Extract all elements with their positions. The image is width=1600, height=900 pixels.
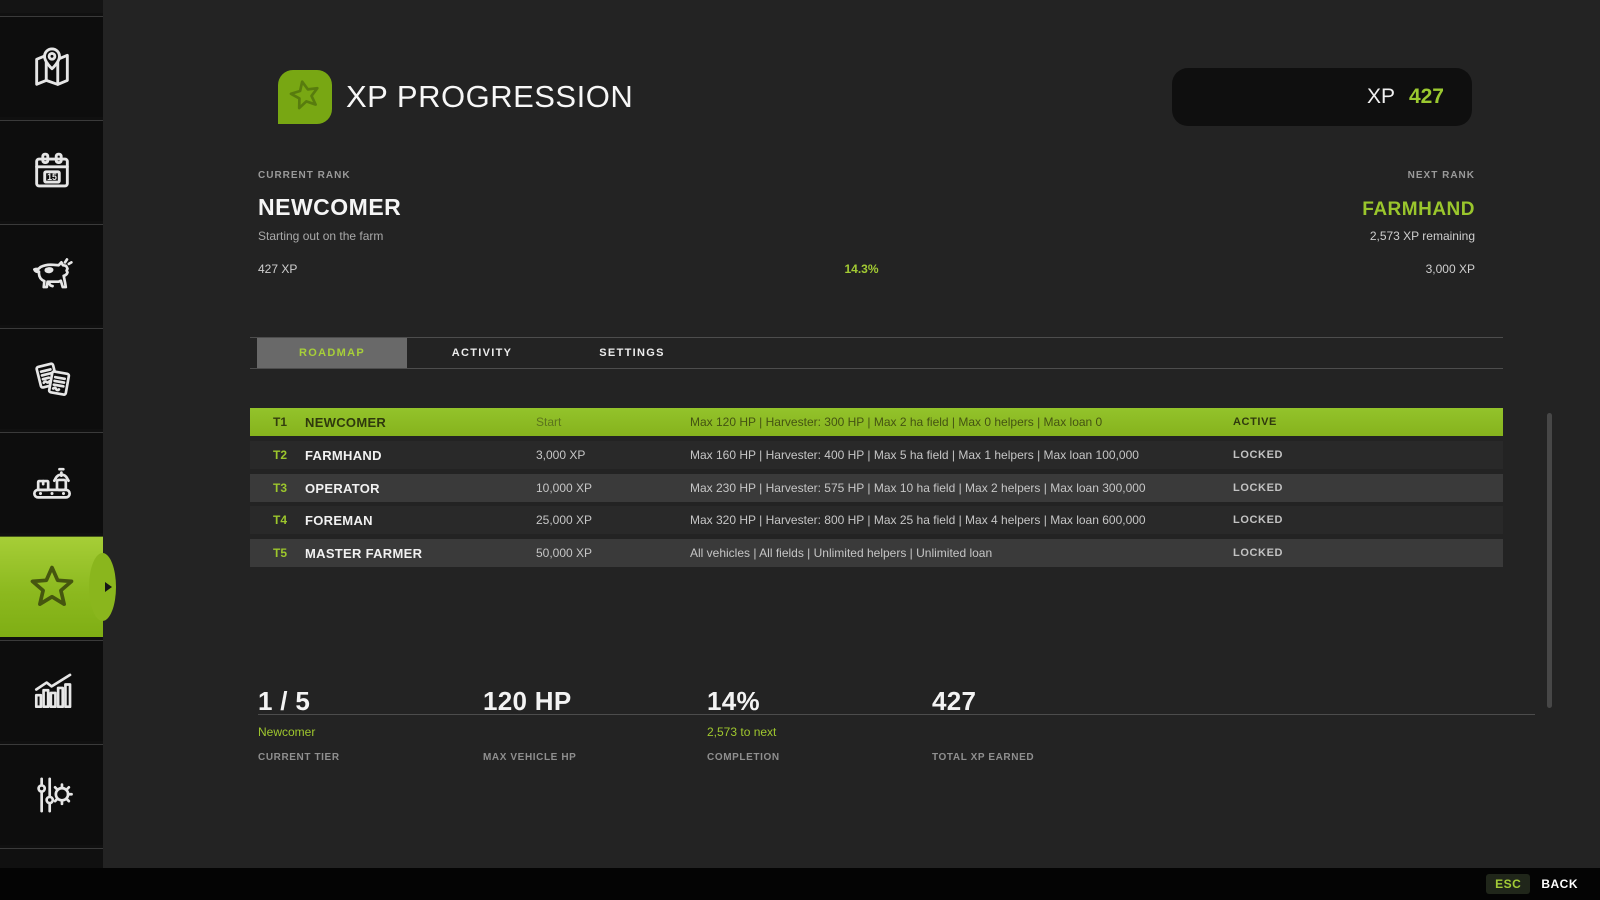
status-badge: LOCKED [1233, 514, 1503, 526]
main-content: XP PROGRESSION XP 427 CURRENT RANK NEXT … [103, 0, 1600, 868]
progress-target-xp: 3,000 XP [1426, 262, 1475, 276]
svg-text:15: 15 [47, 172, 57, 182]
stat-subtext [483, 725, 699, 739]
page-title: XP PROGRESSION [346, 79, 633, 115]
xp-requirement-cell: 50,000 XP [536, 546, 690, 560]
rank-name-cell: MASTER FARMER [305, 546, 536, 561]
current-rank-description: Starting out on the farm [258, 229, 383, 243]
stat-label: CURRENT TIER [258, 752, 474, 763]
stat-subtext: Newcomer [258, 725, 474, 739]
roadmap-row-t2: T2 FARMHAND 3,000 XP Max 160 HP | Harves… [250, 441, 1503, 469]
xp-badge-label: XP [1367, 85, 1395, 109]
stat-value: 14% [707, 686, 923, 717]
perks-cell: All vehicles | All fields | Unlimited he… [690, 546, 1233, 560]
roadmap-row-t4: T4 FOREMAN 25,000 XP Max 320 HP | Harves… [250, 506, 1503, 534]
statistics-icon [29, 668, 75, 714]
sidebar-top-spacer [0, 0, 103, 13]
stat-current-tier: 1 / 5 Newcomer CURRENT TIER [258, 686, 474, 763]
tab-roadmap[interactable]: ROADMAP [257, 338, 407, 368]
xp-requirement-cell: 25,000 XP [536, 513, 690, 527]
xp-total-badge: XP 427 [1172, 68, 1472, 126]
roadmap-row-t5: T5 MASTER FARMER 50,000 XP All vehicles … [250, 539, 1503, 567]
sidebar-item-animals[interactable] [0, 224, 103, 325]
roadmap-row-t1: T1 NEWCOMER Start Max 120 HP | Harvester… [250, 408, 1503, 436]
sidebar-item-statistics[interactable] [0, 640, 103, 741]
sidebar-item-xp[interactable] [0, 536, 103, 637]
xp-badge-value: 427 [1409, 85, 1444, 109]
stats-divider [258, 714, 1535, 715]
xp-progression-screen: 15 [0, 0, 1600, 900]
stat-label: MAX VEHICLE HP [483, 752, 699, 763]
tab-activity[interactable]: ACTIVITY [407, 338, 557, 368]
sidebar-item-settings[interactable] [0, 744, 103, 845]
vertical-scrollbar[interactable] [1547, 413, 1552, 708]
status-badge: LOCKED [1233, 482, 1503, 494]
status-badge: LOCKED [1233, 449, 1503, 461]
stat-label: TOTAL XP EARNED [932, 752, 1148, 763]
map-icon [29, 44, 75, 90]
rank-name-cell: NEWCOMER [305, 415, 536, 430]
footer-bar: ESC BACK [0, 868, 1600, 900]
status-badge: LOCKED [1233, 547, 1503, 559]
stat-label: COMPLETION [707, 752, 923, 763]
tier-cell: T3 [273, 481, 305, 495]
progress-current-xp: 427 XP [258, 262, 297, 276]
next-rank-label: NEXT RANK [1408, 170, 1475, 181]
animals-icon [29, 252, 75, 298]
star-icon [286, 76, 324, 119]
tier-cell: T1 [273, 415, 305, 429]
sidebar-item-production[interactable] [0, 432, 103, 533]
perks-cell: Max 230 HP | Harvester: 575 HP | Max 10 … [690, 481, 1233, 495]
xp-requirement-cell: 10,000 XP [536, 481, 690, 495]
progress-percent: 14.3% [844, 262, 878, 276]
tab-settings[interactable]: SETTINGS [557, 338, 707, 368]
production-icon [29, 460, 75, 506]
contracts-icon [29, 356, 75, 402]
xp-star-icon [26, 561, 78, 613]
stat-value: 120 HP [483, 686, 699, 717]
rank-name-cell: FOREMAN [305, 513, 536, 528]
stat-subtext [932, 725, 1148, 739]
next-rank-remaining: 2,573 XP remaining [1370, 229, 1475, 243]
roadmap-row-t3: T3 OPERATOR 10,000 XP Max 230 HP | Harve… [250, 474, 1503, 502]
current-rank-label: CURRENT RANK [258, 170, 351, 181]
sidebar: 15 [0, 0, 103, 868]
perks-cell: Max 120 HP | Harvester: 300 HP | Max 2 h… [690, 415, 1233, 429]
calendar-icon: 15 [29, 148, 75, 194]
sidebar-item-contracts[interactable] [0, 328, 103, 429]
tier-cell: T4 [273, 513, 305, 527]
rank-name-cell: FARMHAND [305, 448, 536, 463]
xp-requirement-cell: 3,000 XP [536, 448, 690, 462]
sidebar-divider [0, 848, 103, 849]
sidebar-item-calendar[interactable]: 15 [0, 120, 103, 221]
perks-cell: Max 320 HP | Harvester: 800 HP | Max 25 … [690, 513, 1233, 527]
tier-cell: T5 [273, 546, 305, 560]
stat-completion: 14% 2,573 to next COMPLETION [707, 686, 923, 763]
tabbar-divider-bottom [250, 368, 1503, 369]
settings-icon [29, 772, 75, 818]
stat-max-vehicle-hp: 120 HP MAX VEHICLE HP [483, 686, 699, 763]
perks-cell: Max 160 HP | Harvester: 400 HP | Max 5 h… [690, 448, 1233, 462]
stat-subtext: 2,573 to next [707, 725, 923, 739]
stat-value: 427 [932, 686, 1148, 717]
current-rank-name: NEWCOMER [258, 194, 401, 221]
back-button[interactable]: BACK [1541, 877, 1578, 891]
esc-key-hint[interactable]: ESC [1486, 874, 1530, 894]
tier-cell: T2 [273, 448, 305, 462]
status-badge: ACTIVE [1233, 416, 1503, 428]
rank-name-cell: OPERATOR [305, 481, 536, 496]
sidebar-item-map[interactable] [0, 16, 103, 117]
stat-value: 1 / 5 [258, 686, 474, 717]
xp-requirement-cell: Start [536, 415, 690, 429]
tab-bar: ROADMAP ACTIVITY SETTINGS [257, 338, 707, 368]
next-rank-name: FARMHAND [1362, 199, 1475, 221]
rank-panel: CURRENT RANK NEXT RANK NEWCOMER FARMHAND… [258, 170, 1475, 276]
page-icon-badge [278, 70, 332, 124]
stat-total-xp: 427 TOTAL XP EARNED [932, 686, 1148, 763]
